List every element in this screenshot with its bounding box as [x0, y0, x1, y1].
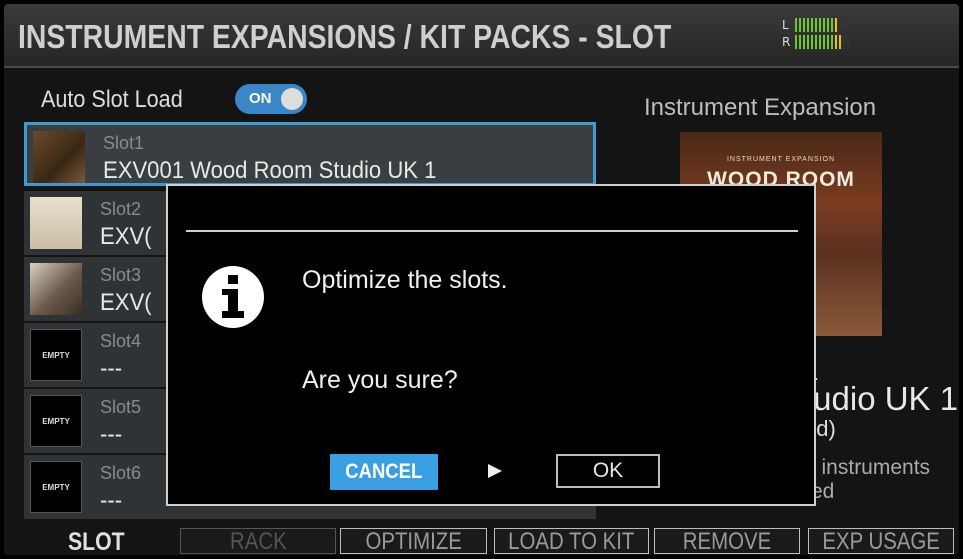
dialog-divider: [186, 230, 798, 232]
slot-row-1[interactable]: Slot1 EXV001 Wood Room Studio UK 1: [24, 122, 596, 186]
meter-left-label: L: [782, 17, 789, 32]
screen: INSTRUMENT EXPANSIONS / KIT PACKS - SLOT…: [4, 4, 959, 555]
load-to-kit-button[interactable]: LOAD TO KIT: [494, 528, 649, 555]
exp-usage-button[interactable]: EXP USAGE: [808, 528, 954, 555]
ok-button[interactable]: OK: [556, 454, 660, 488]
slot-value: EXV(: [100, 289, 152, 316]
expansion-name: tudio UK 1: [804, 380, 959, 417]
expansion-instrument-count: 0 instruments: [804, 456, 931, 479]
remove-button[interactable]: REMOVE: [654, 528, 800, 555]
toggle-state-text: ON: [249, 90, 272, 107]
function-bar: SLOT RACK OPTIMIZE LOAD TO KIT REMOVE EX…: [4, 526, 959, 555]
function-bar-label: SLOT: [68, 528, 125, 555]
slot-name: Slot1: [103, 133, 145, 153]
slot-value: EXV(: [100, 223, 152, 250]
cover-art-caption: INSTRUMENT EXPANSION: [726, 156, 836, 163]
toggle-knob: [281, 88, 303, 110]
slot-name: Slot6: [100, 463, 142, 483]
rack-button[interactable]: RACK: [180, 528, 336, 555]
optimize-button[interactable]: OPTIMIZE: [340, 528, 487, 555]
expansion-panel-title: Instrument Expansion: [644, 94, 877, 121]
meter-left-bars: [795, 17, 849, 32]
slot-name: Slot4: [100, 331, 142, 351]
slot-value: ---: [100, 421, 123, 448]
empty-thumbnail: EMPTY: [30, 395, 82, 447]
cursor-arrow-icon: [488, 464, 502, 478]
expansion-thumbnail: [33, 131, 85, 183]
slot-value: ---: [100, 355, 123, 382]
empty-thumbnail: EMPTY: [30, 461, 82, 513]
slot-value: EXV001 Wood Room Studio UK 1: [103, 157, 437, 184]
meter-right-bars: [795, 34, 849, 49]
slot-name: Slot5: [100, 397, 142, 417]
level-meter: L R: [782, 16, 849, 50]
slot-name: Slot2: [100, 199, 142, 219]
expansion-thumbnail: [30, 197, 82, 249]
slot-name: Slot3: [100, 265, 142, 285]
auto-slot-load-label: Auto Slot Load: [41, 86, 183, 113]
header-bar: INSTRUMENT EXPANSIONS / KIT PACKS - SLOT…: [4, 4, 959, 68]
expansion-thumbnail: [30, 263, 82, 315]
meter-right-label: R: [782, 34, 791, 49]
slot-value: ---: [100, 487, 123, 514]
confirm-dialog: Optimize the slots. Are you sure? CANCEL…: [166, 184, 816, 506]
dialog-question: Are you sure?: [302, 366, 458, 394]
empty-thumbnail: EMPTY: [30, 329, 82, 381]
info-icon: [202, 266, 264, 328]
auto-slot-load-toggle[interactable]: ON: [235, 84, 307, 114]
dialog-message: Optimize the slots.: [302, 266, 508, 294]
cancel-button[interactable]: CANCEL: [330, 454, 438, 490]
page-title: INSTRUMENT EXPANSIONS / KIT PACKS - SLOT: [18, 18, 672, 55]
